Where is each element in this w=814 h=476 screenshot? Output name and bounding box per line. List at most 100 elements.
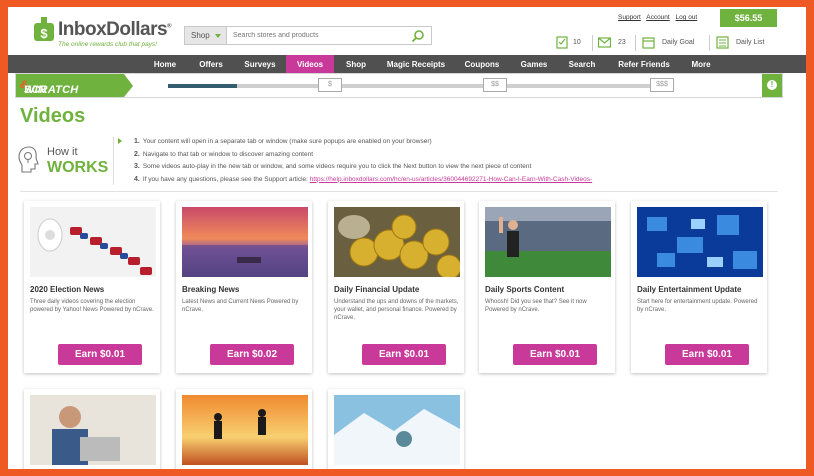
checklist-icon	[556, 36, 568, 49]
logout-link[interactable]: Log out	[676, 14, 698, 21]
nav-refer-friends[interactable]: Refer Friends	[612, 55, 676, 73]
main-nav: Home Offers Surveys Videos Shop Magic Re…	[8, 55, 806, 73]
nav-home[interactable]: Home	[146, 55, 184, 73]
search-input[interactable]	[233, 29, 403, 42]
video-card[interactable]: Daily Financial Update Understand the up…	[328, 201, 464, 373]
lightbulb-head-icon	[18, 146, 39, 173]
how-it-works: How it WORKS	[18, 137, 122, 185]
scratch-progress-track	[168, 84, 664, 88]
video-title: Breaking News	[182, 285, 240, 294]
video-card[interactable]	[328, 389, 464, 469]
video-thumbnail[interactable]	[334, 207, 460, 277]
inboxdollars-logo[interactable]: $ InboxDollars® The online rewards club …	[28, 15, 178, 55]
scratch-and-win-label: SCRATCH & WIN	[20, 79, 79, 96]
earn-button[interactable]: Earn $0.02	[210, 344, 294, 365]
video-card[interactable]: Breaking News Latest News and Current Ne…	[176, 201, 312, 373]
chevron-down-icon	[215, 34, 221, 38]
page: $ InboxDollars® The online rewards club …	[8, 7, 806, 469]
messages-count: 23	[618, 39, 626, 46]
tier-2-marker: $$	[483, 78, 507, 92]
daily-goal-stat[interactable]: Daily Goal	[642, 35, 704, 51]
checks-stat[interactable]: 10	[556, 35, 596, 51]
how-steps: 1. Your content will open in a separate t…	[134, 138, 794, 188]
earn-button[interactable]: Earn $0.01	[513, 344, 597, 365]
checks-count: 10	[573, 39, 581, 46]
messages-stat[interactable]: 23	[598, 35, 638, 51]
logo-envelope-icon: $	[34, 17, 54, 41]
video-thumbnail[interactable]	[182, 395, 308, 465]
video-card[interactable]	[24, 389, 160, 469]
scratch-and-win-bar[interactable]: SCRATCH & WIN $ $$ $$$ !	[15, 73, 783, 98]
nav-coupons[interactable]: Coupons	[460, 55, 504, 73]
earn-button[interactable]: Earn $0.01	[362, 344, 446, 365]
video-description: Three daily videos covering the election…	[30, 299, 154, 313]
video-description: Latest News and Current News Powered by …	[182, 299, 299, 313]
search-icon[interactable]	[411, 29, 425, 43]
search-category-label: Shop	[191, 31, 210, 40]
divider	[709, 35, 710, 51]
video-thumbnail[interactable]	[30, 207, 156, 277]
support-article-link[interactable]: https://help.inboxdollars.com/hc/en-us/a…	[310, 176, 592, 183]
daily-goal-label: Daily Goal	[662, 39, 695, 46]
divider	[635, 35, 636, 51]
mail-icon	[598, 37, 611, 48]
video-card[interactable]: 2020 Election News Three daily videos co…	[24, 201, 160, 373]
step-item: 4. If you have any questions, please see …	[134, 175, 593, 183]
nav-surveys[interactable]: Surveys	[238, 55, 282, 73]
svg-text:$: $	[40, 26, 48, 41]
earn-button[interactable]: Earn $0.01	[58, 344, 142, 365]
how-line2: WORKS	[47, 159, 109, 176]
step-item: 3. Some videos auto-play in the new tab o…	[134, 163, 532, 170]
video-card[interactable]: Daily Sports Content Whoosh! Did you see…	[479, 201, 615, 373]
nav-videos[interactable]: Videos	[286, 55, 334, 73]
how-line1: How it	[47, 146, 78, 158]
nav-search[interactable]: Search	[562, 55, 602, 73]
registered-mark: ®	[167, 23, 171, 30]
divider	[20, 191, 778, 192]
video-description: Whoosh! Did you see that? See it now Pow…	[485, 299, 587, 313]
video-thumbnail[interactable]	[182, 207, 308, 277]
scratch-and-win-badge[interactable]: SCRATCH & WIN	[16, 74, 133, 97]
nav-more[interactable]: More	[684, 55, 718, 73]
tier-1-marker: $	[318, 78, 342, 92]
video-title: Daily Financial Update	[334, 285, 420, 294]
earn-button[interactable]: Earn $0.01	[665, 344, 749, 365]
brand-tagline: The online rewards club that pays!	[58, 41, 157, 48]
video-card[interactable]	[176, 389, 312, 469]
arrow-right-icon	[118, 138, 122, 144]
video-thumbnail[interactable]	[334, 395, 460, 465]
nav-shop[interactable]: Shop	[338, 55, 374, 73]
video-description: Understand the ups and downs of the mark…	[334, 299, 459, 321]
scratch-progress-fill	[168, 84, 238, 88]
nav-magic-receipts[interactable]: Magic Receipts	[382, 55, 450, 73]
brand-name: InboxDollars	[58, 19, 168, 40]
step-item: 2. Navigate to that tab or window to disc…	[134, 150, 314, 158]
video-thumbnail[interactable]	[485, 207, 611, 277]
video-title: Daily Sports Content	[485, 285, 565, 294]
video-thumbnail[interactable]	[637, 207, 763, 277]
account-link[interactable]: Account	[646, 14, 670, 21]
nav-games[interactable]: Games	[514, 55, 554, 73]
support-link[interactable]: Support	[618, 14, 641, 21]
video-title: 2020 Election News	[30, 285, 105, 294]
video-card[interactable]: Daily Entertainment Update Start here fo…	[631, 201, 767, 373]
info-icon: !	[767, 80, 777, 90]
daily-list-stat[interactable]: Daily List	[716, 35, 776, 51]
list-icon	[716, 36, 729, 49]
search-category-select[interactable]: Shop	[185, 27, 227, 44]
video-description: Start here for entertainment update. Pow…	[637, 299, 758, 313]
divider	[592, 35, 593, 51]
step-item: 1. Your content will open in a separate t…	[134, 138, 432, 145]
video-title: Daily Entertainment Update	[637, 285, 742, 294]
page-title: Videos	[20, 105, 86, 127]
search-bar: Shop	[184, 26, 432, 45]
tier-3-marker: $$$	[650, 78, 674, 92]
nav-offers[interactable]: Offers	[192, 55, 230, 73]
account-balance[interactable]: $56.55	[720, 9, 777, 27]
calendar-icon	[642, 37, 655, 49]
badge-arrow	[124, 74, 133, 97]
account-links: Support Account Log out	[618, 14, 701, 21]
video-thumbnail[interactable]	[30, 395, 156, 465]
daily-list-label: Daily List	[736, 39, 765, 46]
scratch-info-button[interactable]: !	[762, 74, 782, 97]
